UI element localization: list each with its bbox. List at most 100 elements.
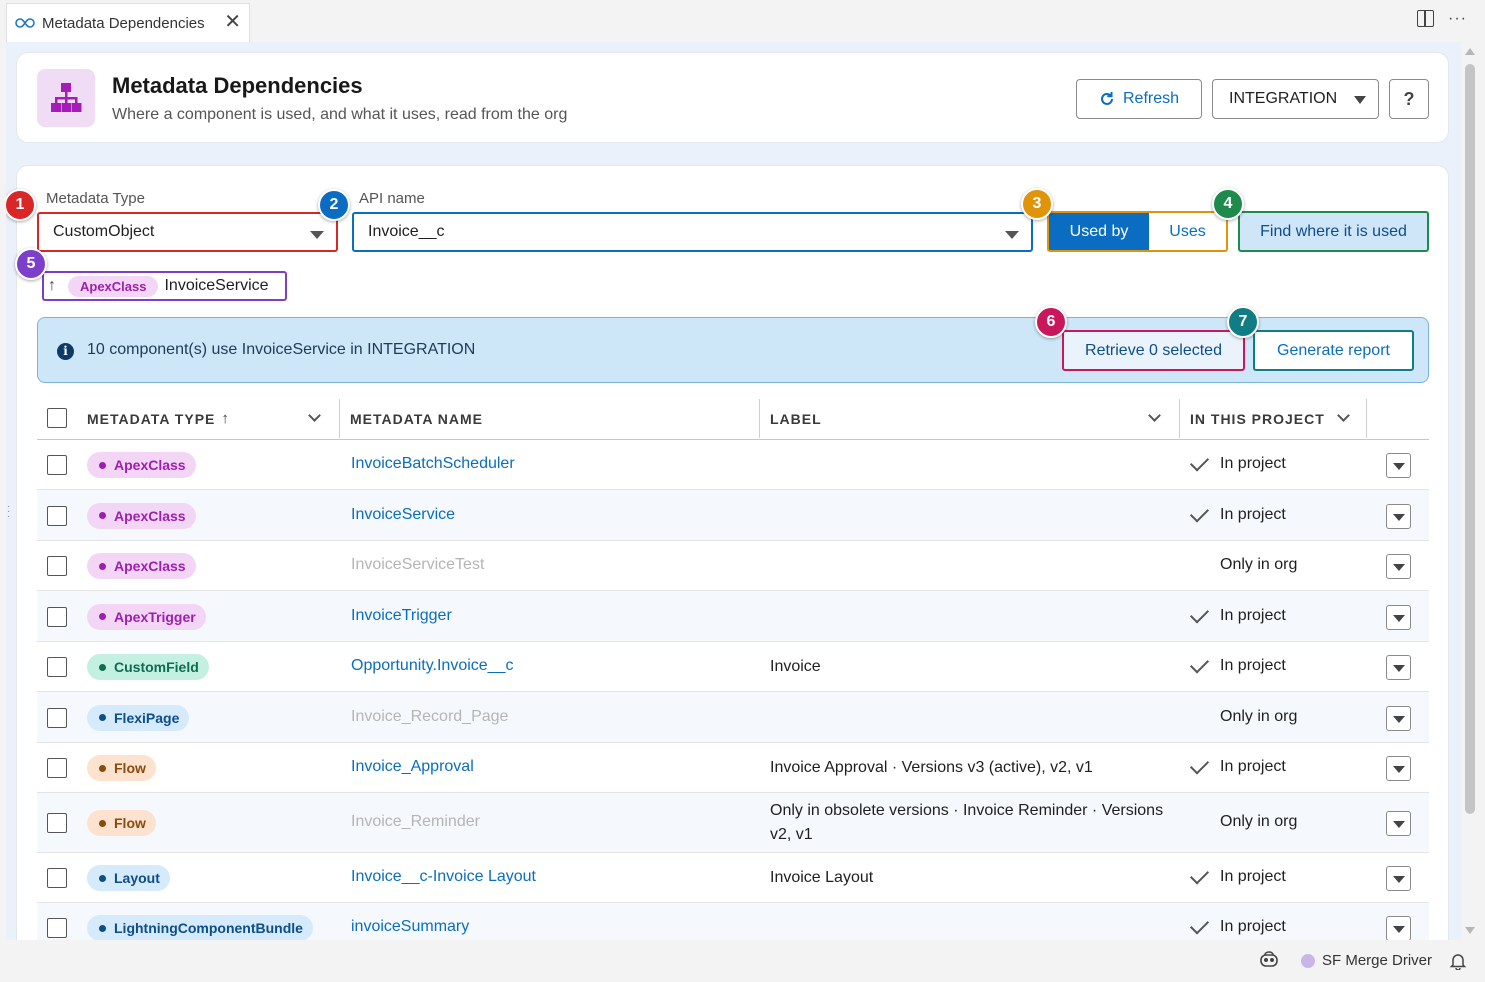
copilot-icon[interactable]: [1259, 951, 1279, 969]
metadata-name-link[interactable]: Opportunity.Invoice__c: [351, 657, 513, 675]
refresh-button[interactable]: Refresh: [1076, 79, 1202, 119]
row-actions-button[interactable]: [1386, 916, 1411, 940]
chevron-down-icon[interactable]: [308, 409, 321, 422]
api-name-value: Invoice__c: [368, 223, 445, 240]
project-status: In project: [1220, 657, 1286, 674]
generate-report-button[interactable]: Generate report: [1253, 330, 1414, 371]
retrieve-selected-button[interactable]: Retrieve 0 selected: [1062, 330, 1245, 371]
table-row[interactable]: ApexClass InvoiceBatchScheduler In project: [37, 440, 1429, 490]
table-row[interactable]: LightningComponentBundle invoiceSummary In…: [37, 903, 1429, 940]
metadata-name-link[interactable]: invoiceSummary: [351, 918, 469, 936]
table-header: METADATA TYPE ↑ METADATA NAME LABEL IN T…: [37, 397, 1429, 440]
row-actions-button[interactable]: [1386, 655, 1411, 680]
row-actions-button[interactable]: [1386, 705, 1411, 731]
dot-icon: [99, 764, 106, 772]
metadata-type-chip: ApexClass: [87, 452, 196, 478]
row-checkbox[interactable]: [47, 707, 67, 728]
row-actions-button[interactable]: [1386, 503, 1411, 529]
metadata-type-select[interactable]: CustomObject: [37, 212, 338, 252]
table-row[interactable]: Layout Invoice__c-Invoice Layout Invoice L…: [37, 853, 1429, 903]
metadata-name-link[interactable]: InvoiceService: [351, 506, 455, 524]
help-button[interactable]: ?: [1389, 79, 1429, 119]
row-checkbox[interactable]: [47, 455, 67, 475]
more-actions-icon[interactable]: ···: [1448, 10, 1467, 27]
api-name-select[interactable]: Invoice__c: [352, 212, 1033, 252]
metadata-name-link[interactable]: Invoice_Approval: [351, 758, 474, 776]
row-actions-button[interactable]: [1386, 866, 1411, 891]
scroll-down-icon[interactable]: [1465, 927, 1475, 934]
dot-icon: [99, 874, 106, 882]
org-select[interactable]: INTEGRATION: [1212, 79, 1379, 119]
metadata-type-label: Metadata Type: [46, 190, 145, 207]
metadata-name-link[interactable]: Invoice__c-Invoice Layout: [351, 868, 536, 886]
column-metadata-type[interactable]: METADATA TYPE ↑: [87, 397, 230, 440]
row-actions-button[interactable]: [1386, 604, 1411, 630]
metadata-type-text: LightningComponentBundle: [114, 920, 303, 936]
bell-icon[interactable]: [1449, 952, 1467, 970]
row-checkbox[interactable]: [47, 556, 67, 576]
select-all-checkbox[interactable]: [47, 408, 67, 428]
chevron-down-icon[interactable]: [1148, 409, 1161, 422]
breadcrumb[interactable]: ↑ ApexClass InvoiceService: [42, 271, 287, 301]
column-metadata-name[interactable]: METADATA NAME: [350, 397, 483, 440]
checkmark-icon: [1189, 654, 1210, 674]
table-row[interactable]: CustomField Opportunity.Invoice__c Invoice…: [37, 642, 1429, 692]
column-label[interactable]: LABEL: [770, 397, 822, 440]
close-icon[interactable]: ✕: [224, 12, 241, 32]
breadcrumb-type-chip: ApexClass: [68, 275, 159, 297]
chevron-down-icon[interactable]: [1337, 409, 1350, 422]
split-editor-icon[interactable]: [1417, 10, 1435, 27]
caret-down-icon: [1005, 231, 1019, 239]
project-status: In project: [1220, 918, 1286, 935]
row-checkbox[interactable]: [47, 758, 67, 778]
label-cell: Only in obsolete versions · Invoice Remi…: [770, 802, 1164, 843]
annotation-badge-5: 5: [15, 248, 47, 280]
refresh-label: Refresh: [1122, 90, 1180, 107]
scroll-thumb[interactable]: [1465, 64, 1475, 814]
table-row[interactable]: Flow Invoice_Reminder Only in obsolete ver…: [37, 793, 1429, 853]
dot-icon: [99, 714, 106, 721]
row-actions-button[interactable]: [1386, 554, 1411, 579]
table-row[interactable]: ApexTrigger InvoiceTrigger In project: [37, 591, 1429, 642]
dot-icon: [99, 819, 106, 827]
scroll-up-icon[interactable]: [1465, 48, 1475, 55]
caret-down-icon: [310, 231, 324, 239]
row-actions-button[interactable]: [1386, 811, 1411, 836]
row-checkbox[interactable]: [47, 918, 67, 938]
row-checkbox[interactable]: [47, 657, 67, 677]
table-row[interactable]: FlexiPage Invoice_Record_Page Only in org: [37, 692, 1429, 743]
arrow-up-icon: ↑: [48, 277, 56, 294]
info-icon: i: [57, 343, 74, 360]
row-checkbox[interactable]: [47, 606, 67, 627]
column-divider: [1179, 399, 1180, 438]
row-checkbox[interactable]: [47, 868, 67, 888]
metadata-type-chip: ApexClass: [87, 553, 196, 579]
metadata-type-text: ApexTrigger: [114, 608, 196, 625]
merge-driver-status[interactable]: SF Merge Driver: [1301, 952, 1432, 969]
metadata-name-link[interactable]: InvoiceTrigger: [351, 607, 452, 625]
table-row[interactable]: Flow Invoice_Approval Invoice Approval · V…: [37, 743, 1429, 793]
tab-metadata-dependencies[interactable]: Metadata Dependencies ✕: [6, 3, 250, 42]
row-actions-button[interactable]: [1386, 756, 1411, 781]
table-row[interactable]: ApexClass InvoiceServiceTest Only in org: [37, 541, 1429, 591]
info-text: 10 component(s) use InvoiceService in IN…: [87, 341, 476, 358]
find-where-used-button[interactable]: Find where it is used: [1238, 211, 1429, 252]
metadata-type-chip: LightningComponentBundle: [87, 915, 313, 940]
table-row[interactable]: ApexClass InvoiceService In project: [37, 490, 1429, 541]
infinity-icon: [15, 18, 35, 28]
column-in-this-project[interactable]: IN THIS PROJECT: [1190, 397, 1325, 440]
api-name-label: API name: [359, 190, 425, 207]
row-checkbox[interactable]: [47, 813, 67, 833]
breadcrumb-name: InvoiceService: [164, 277, 269, 294]
row-actions-button[interactable]: [1386, 453, 1411, 478]
project-status: In project: [1220, 868, 1286, 885]
vertical-scrollbar[interactable]: [1463, 42, 1477, 940]
used-by-toggle[interactable]: Used by: [1049, 213, 1149, 250]
project-status: Only in org: [1220, 813, 1298, 830]
row-checkbox[interactable]: [47, 505, 67, 526]
metadata-name-link[interactable]: InvoiceBatchScheduler: [351, 455, 515, 473]
uses-toggle[interactable]: Uses: [1149, 213, 1226, 250]
dot-icon: [99, 663, 106, 671]
drag-handle-icon[interactable]: · · ·: [7, 502, 10, 522]
dot-icon: [99, 613, 106, 620]
